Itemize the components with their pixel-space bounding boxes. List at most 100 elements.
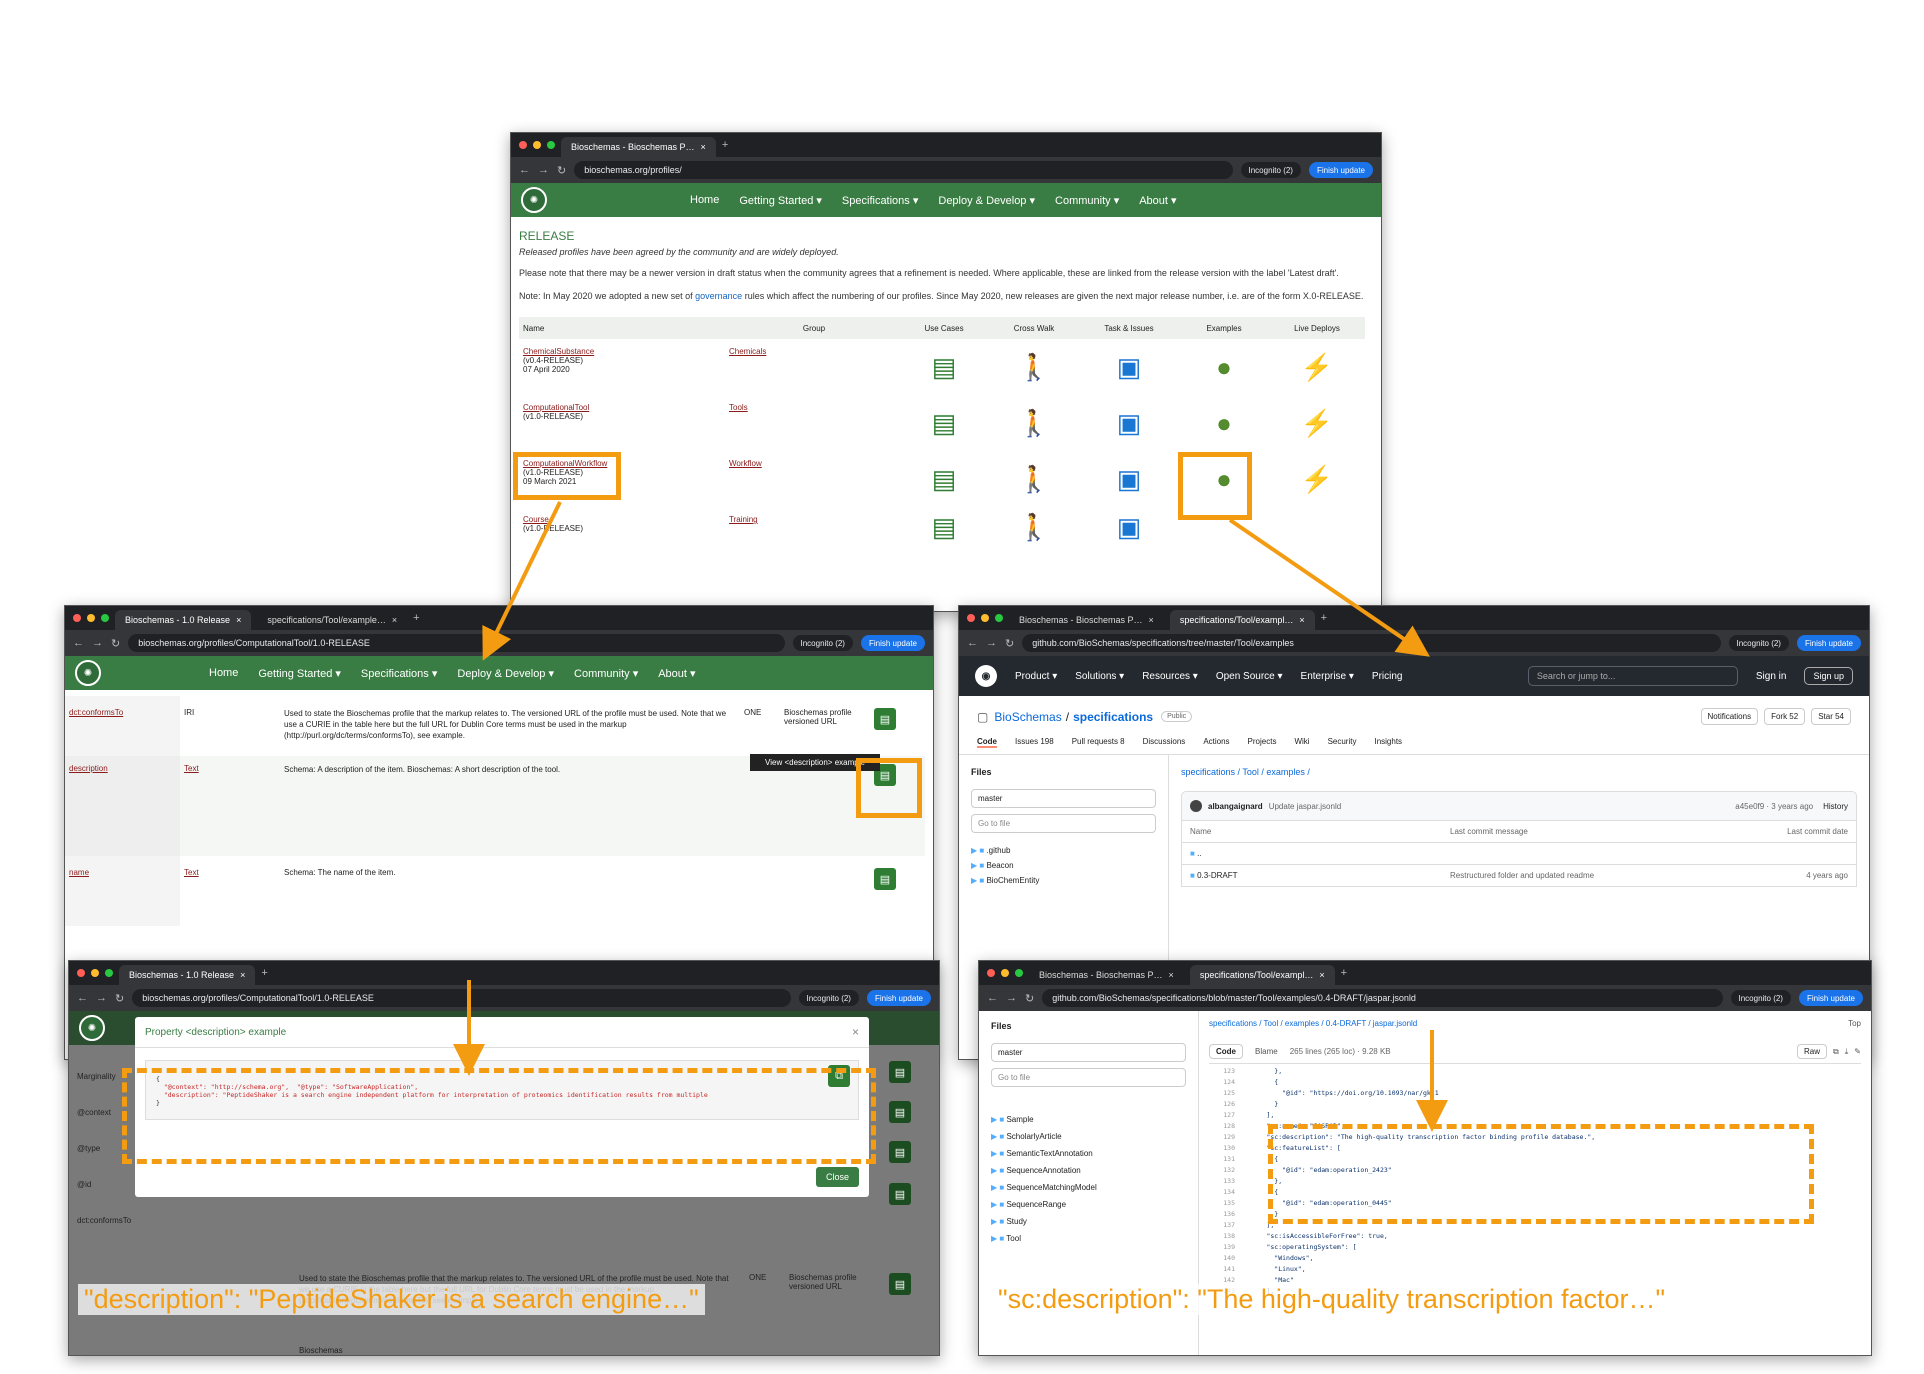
back-icon[interactable]: ← — [73, 637, 84, 649]
nav-home[interactable]: Home — [209, 667, 238, 680]
notifications-button[interactable]: Notifications — [1700, 708, 1759, 725]
incognito-badge[interactable]: Incognito (2) — [1240, 162, 1301, 178]
nav-specifications[interactable]: Specifications ▾ — [842, 194, 918, 207]
minimize-window-icon[interactable] — [533, 141, 541, 149]
tasks-icon[interactable]: ▣ — [1116, 511, 1142, 543]
property-name[interactable]: description — [65, 756, 180, 856]
line-number[interactable]: 124 — [1209, 1077, 1235, 1088]
line-number[interactable]: 141 — [1209, 1264, 1235, 1275]
browser-tab[interactable]: Bioschemas - Bioschemas P… × — [1029, 965, 1184, 985]
governance-link[interactable]: governance — [695, 291, 742, 301]
file-row[interactable]: ■ 0.3-DRAFT Restructured folder and upda… — [1181, 865, 1857, 887]
nav-getting-started[interactable]: Getting Started ▾ — [739, 194, 822, 207]
incognito-badge[interactable]: Incognito (2) — [1730, 990, 1791, 1006]
use-cases-icon[interactable]: ▤ — [931, 511, 957, 543]
tab-wiki[interactable]: Wiki — [1294, 737, 1309, 748]
nav-community[interactable]: Community ▾ — [574, 667, 638, 680]
use-cases-icon[interactable]: ▤ — [931, 351, 957, 383]
examples-icon[interactable]: ● — [1211, 407, 1237, 439]
line-number[interactable]: 129 — [1209, 1132, 1235, 1143]
group-link[interactable]: Workflow — [729, 459, 762, 468]
new-tab-icon[interactable]: + — [261, 967, 267, 979]
line-number[interactable]: 136 — [1209, 1209, 1235, 1220]
line-number[interactable]: 130 — [1209, 1143, 1235, 1154]
maximize-window-icon[interactable] — [995, 614, 1003, 622]
go-to-file-input[interactable]: Go to file — [991, 1068, 1186, 1087]
incognito-badge[interactable]: Incognito (2) — [1728, 635, 1789, 651]
nav-getting-started[interactable]: Getting Started ▾ — [258, 667, 341, 680]
url-field[interactable]: bioschemas.org/profiles/ComputationalToo… — [128, 634, 785, 652]
view-example-button[interactable]: ▤ — [874, 708, 896, 730]
close-window-icon[interactable] — [519, 141, 527, 149]
bioschemas-logo-icon[interactable]: ✺ — [79, 1015, 105, 1041]
gh-nav-enterprise[interactable]: Enterprise ▾ — [1301, 671, 1354, 682]
back-icon[interactable]: ← — [519, 164, 530, 176]
line-number[interactable]: 135 — [1209, 1198, 1235, 1209]
nav-home[interactable]: Home — [690, 194, 719, 207]
finish-update-button[interactable]: Finish update — [1796, 635, 1861, 651]
tab-actions[interactable]: Actions — [1203, 737, 1229, 748]
view-example-button[interactable]: ▤ — [874, 868, 896, 890]
profile-link[interactable]: Course — [523, 515, 729, 524]
browser-tab[interactable]: specifications/Tool/example… × — [257, 610, 407, 630]
maximize-window-icon[interactable] — [101, 614, 109, 622]
forward-icon[interactable]: → — [538, 164, 549, 176]
forward-icon[interactable]: → — [96, 992, 107, 1004]
url-field[interactable]: github.com/BioSchemas/specifications/tre… — [1022, 634, 1721, 652]
minimize-window-icon[interactable] — [1001, 969, 1009, 977]
finish-update-button[interactable]: Finish update — [1798, 990, 1863, 1006]
line-number[interactable]: 138 — [1209, 1231, 1235, 1242]
maximize-window-icon[interactable] — [105, 969, 113, 977]
close-tab-icon[interactable]: × — [701, 142, 706, 152]
blame-tab[interactable]: Blame — [1249, 1045, 1284, 1058]
view-example-button[interactable]: ▤ — [889, 1101, 911, 1123]
minimize-window-icon[interactable] — [981, 614, 989, 622]
breadcrumb[interactable]: specifications / Tool / examples / — [1181, 767, 1857, 777]
sign-up-button[interactable]: Sign up — [1804, 667, 1853, 685]
use-cases-icon[interactable]: ▤ — [931, 463, 957, 495]
finish-update-button[interactable]: Finish update — [866, 990, 931, 1006]
tree-item[interactable]: ▶ ■ Beacon — [971, 858, 1156, 873]
profile-link[interactable]: ChemicalSubstance — [523, 347, 729, 356]
view-example-button[interactable]: ▤ — [889, 1141, 911, 1163]
group-link[interactable]: Tools — [729, 403, 748, 412]
line-number[interactable]: 131 — [1209, 1154, 1235, 1165]
back-icon[interactable]: ← — [987, 992, 998, 1004]
search-input[interactable]: Search or jump to... — [1527, 666, 1738, 686]
close-tab-icon[interactable]: × — [1299, 615, 1304, 625]
line-number[interactable]: 126 — [1209, 1099, 1235, 1110]
close-tab-icon[interactable]: × — [1149, 615, 1154, 625]
breadcrumb[interactable]: specifications / Tool / examples / 0.4-D… — [1209, 1019, 1417, 1028]
reload-icon[interactable]: ↻ — [115, 992, 124, 1005]
close-button[interactable]: Close — [815, 1167, 859, 1187]
close-window-icon[interactable] — [73, 614, 81, 622]
raw-button[interactable]: Raw — [1797, 1044, 1828, 1059]
tab-security[interactable]: Security — [1328, 737, 1357, 748]
forward-icon[interactable]: → — [986, 637, 997, 649]
close-icon[interactable]: × — [852, 1025, 859, 1039]
group-link[interactable]: Chemicals — [729, 347, 766, 356]
tasks-icon[interactable]: ▣ — [1116, 407, 1142, 439]
github-logo-icon[interactable]: ◉ — [975, 665, 997, 687]
live-deploys-icon[interactable]: ⚡ — [1301, 351, 1333, 383]
close-window-icon[interactable] — [77, 969, 85, 977]
branch-select[interactable]: master — [991, 1043, 1186, 1062]
line-number[interactable]: 132 — [1209, 1165, 1235, 1176]
branch-select[interactable]: master — [971, 789, 1156, 808]
nav-community[interactable]: Community ▾ — [1055, 194, 1119, 207]
nav-specifications[interactable]: Specifications ▾ — [361, 667, 437, 680]
line-number[interactable]: 128 — [1209, 1121, 1235, 1132]
examples-icon[interactable]: ● — [1211, 351, 1237, 383]
tree-item[interactable]: ▶ ■ BioChemEntity — [971, 873, 1156, 888]
tasks-icon[interactable]: ▣ — [1116, 351, 1142, 383]
url-field[interactable]: bioschemas.org/profiles/ComputationalToo… — [132, 989, 791, 1007]
close-tab-icon[interactable]: × — [392, 615, 397, 625]
url-field[interactable]: bioschemas.org/profiles/ — [574, 161, 1233, 179]
history-button[interactable]: History — [1823, 802, 1848, 811]
nav-about[interactable]: About ▾ — [1139, 194, 1176, 207]
tree-item[interactable]: ▶ ■ ScholarlyArticle — [991, 1128, 1186, 1145]
line-number[interactable]: 123 — [1209, 1066, 1235, 1077]
close-window-icon[interactable] — [987, 969, 995, 977]
gh-nav-pricing[interactable]: Pricing — [1372, 671, 1403, 682]
tab-discussions[interactable]: Discussions — [1143, 737, 1186, 748]
